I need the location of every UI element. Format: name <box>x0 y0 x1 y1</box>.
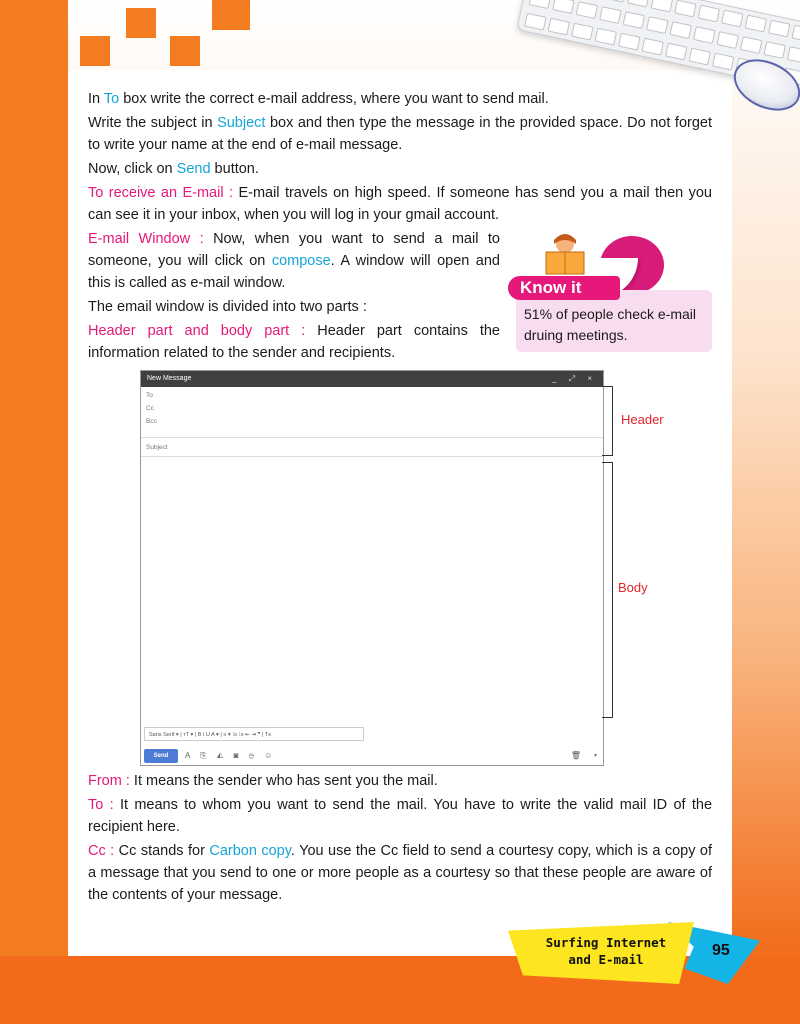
send-row: Send A ⎘ ◭ ◙ ⊖ ☺ 🗑 ▾ <box>141 747 603 765</box>
know-it-text: 51% of people check e-mail druing meetin… <box>524 306 696 343</box>
more-options-icon[interactable]: ▾ <box>594 749 597 763</box>
paragraph-from: From : It means the sender who has sent … <box>88 773 438 789</box>
email-title-bar: New Message _ ⤢ × <box>141 371 603 387</box>
subject-field[interactable]: Subject <box>141 437 603 457</box>
send-button[interactable]: Send <box>144 749 178 763</box>
body-bracket <box>602 462 613 718</box>
paragraph-to: To : It means to whom you want to send t… <box>88 797 713 835</box>
bcc-field[interactable]: Bcc <box>141 415 603 428</box>
email-window: New Message _ ⤢ × To Cc Bcc Subject Sans… <box>140 370 604 766</box>
know-it-tab: Know it <box>508 276 620 300</box>
cc-field[interactable]: Cc <box>141 402 603 415</box>
left-orange-strip <box>0 0 68 960</box>
trash-icon[interactable]: 🗑 <box>571 749 581 763</box>
orange-square <box>170 36 200 66</box>
chapter-title: Surfing Internet and E-mail <box>545 935 667 967</box>
paragraph-to-box: In To box write the correct e-mail addre… <box>88 91 549 107</box>
page-number: 95 <box>712 942 730 959</box>
paragraph-receive-email: To receive an E-mail : E-mail travels on… <box>88 185 712 223</box>
paragraph-email-window: E-mail Window : Now, when you want to se… <box>88 231 500 291</box>
orange-square <box>80 36 110 66</box>
header-label: Header <box>621 412 664 427</box>
paragraph-header-body: Header part and body part : Header part … <box>88 323 500 361</box>
window-controls[interactable]: _ ⤢ × <box>552 371 597 387</box>
orange-square <box>212 0 250 30</box>
compose-tool-icons[interactable]: A ⎘ ◭ ◙ ⊖ ☺ <box>185 749 276 763</box>
reading-girl-icon <box>545 234 585 275</box>
orange-square <box>126 8 156 38</box>
email-title: New Message <box>147 375 192 382</box>
paragraph-send: Now, click on Send button. <box>88 161 259 177</box>
body-label: Body <box>618 580 648 595</box>
formatting-toolbar[interactable]: Sans Serif ▾ | тT ▾ | B I U A ▾ | ≡ ▾ ⁝≡… <box>144 727 364 741</box>
paragraph-subject: Write the subject in Subject box and the… <box>88 115 712 153</box>
lower-content: From : It means the sender who has sent … <box>88 770 712 908</box>
header-bracket <box>602 386 613 456</box>
to-field[interactable]: To <box>141 389 603 402</box>
paragraph-cc: Cc : Cc stands for Carbon copy. You use … <box>88 843 713 903</box>
